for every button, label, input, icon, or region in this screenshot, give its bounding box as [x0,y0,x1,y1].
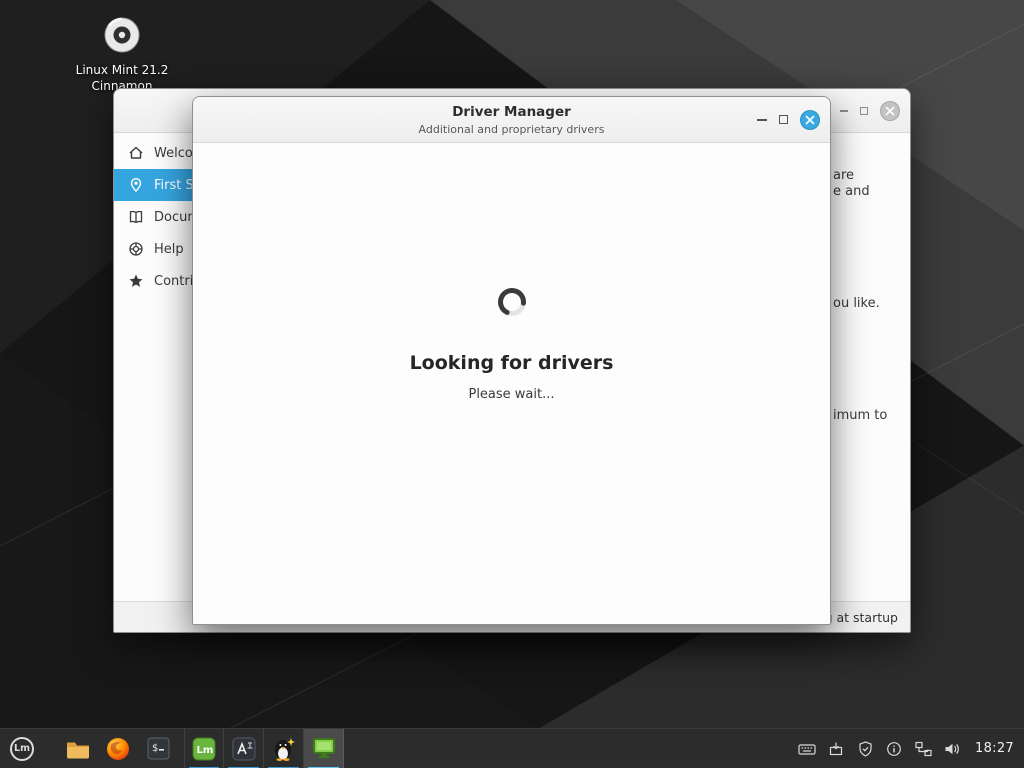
lifebuoy-icon [128,241,144,257]
close-button[interactable] [800,110,820,130]
reports-icon[interactable] [884,739,904,759]
window-subtitle: Additional and proprietary drivers [273,123,750,136]
shield-icon[interactable] [855,739,875,759]
mint-welcome-icon: Lm [192,737,216,761]
launcher-group: $ [58,729,178,768]
driver-manager-icon [312,737,336,760]
system-tray: 18:27 [797,739,1024,759]
firefox-launcher[interactable] [98,729,138,768]
content-text-fragment: imum to [833,408,887,424]
window-title: Driver Manager [273,104,750,120]
window-button-driver-manager[interactable] [304,729,344,768]
folder-icon [66,739,90,759]
desktop: Linux Mint 21.2 Cinnamon Welcome [0,0,1024,768]
tux-penguin-icon [273,737,295,761]
status-heading: Looking for drivers [410,352,614,374]
firefox-icon [106,737,130,761]
close-icon [805,115,815,125]
window-button-welcome[interactable]: Lm [184,729,224,768]
mint-menu-button[interactable]: Lm [0,729,44,768]
maximize-button[interactable] [860,107,868,115]
disc-icon [103,39,141,58]
terminal-launcher[interactable]: $ [138,729,178,768]
window-button-character-app[interactable] [224,729,264,768]
home-icon [128,145,144,161]
pin-icon [128,177,144,193]
minimize-button[interactable] [840,110,848,112]
driver-content: Looking for drivers Please wait... [193,143,830,624]
mint-logo-icon: Lm [10,737,34,761]
sidebar-item-label: Help [154,242,184,257]
book-icon [128,209,144,225]
taskbar-panel: Lm [0,728,1024,768]
svg-text:$: $ [152,743,158,754]
content-text-fragment: ou like. [833,296,880,312]
close-button[interactable] [880,101,900,121]
star-icon [128,273,144,289]
content-text-fragment: e and [833,184,870,200]
network-icon[interactable] [913,739,933,759]
window-button-tux-app[interactable] [264,729,304,768]
volume-icon[interactable] [942,739,962,759]
minimize-button[interactable] [757,119,767,121]
software-update-icon[interactable] [826,739,846,759]
svg-text:Lm: Lm [197,745,214,756]
clock[interactable]: 18:27 [975,741,1014,756]
driver-titlebar[interactable]: Driver Manager Additional and proprietar… [193,97,830,143]
desktop-icon-linux-mint-iso[interactable]: Linux Mint 21.2 Cinnamon [72,16,172,94]
window-list: Lm [184,729,344,768]
maximize-button[interactable] [779,115,788,124]
status-text: Please wait... [468,387,554,402]
close-icon [885,106,895,116]
content-text-fragment: are [833,168,854,184]
driver-manager-window: Driver Manager Additional and proprietar… [192,96,831,625]
terminal-icon: $ [147,737,170,760]
character-map-icon [232,737,256,761]
keyboard-layout-icon[interactable] [797,739,817,759]
files-launcher[interactable] [58,729,98,768]
loading-spinner-icon [496,286,528,322]
